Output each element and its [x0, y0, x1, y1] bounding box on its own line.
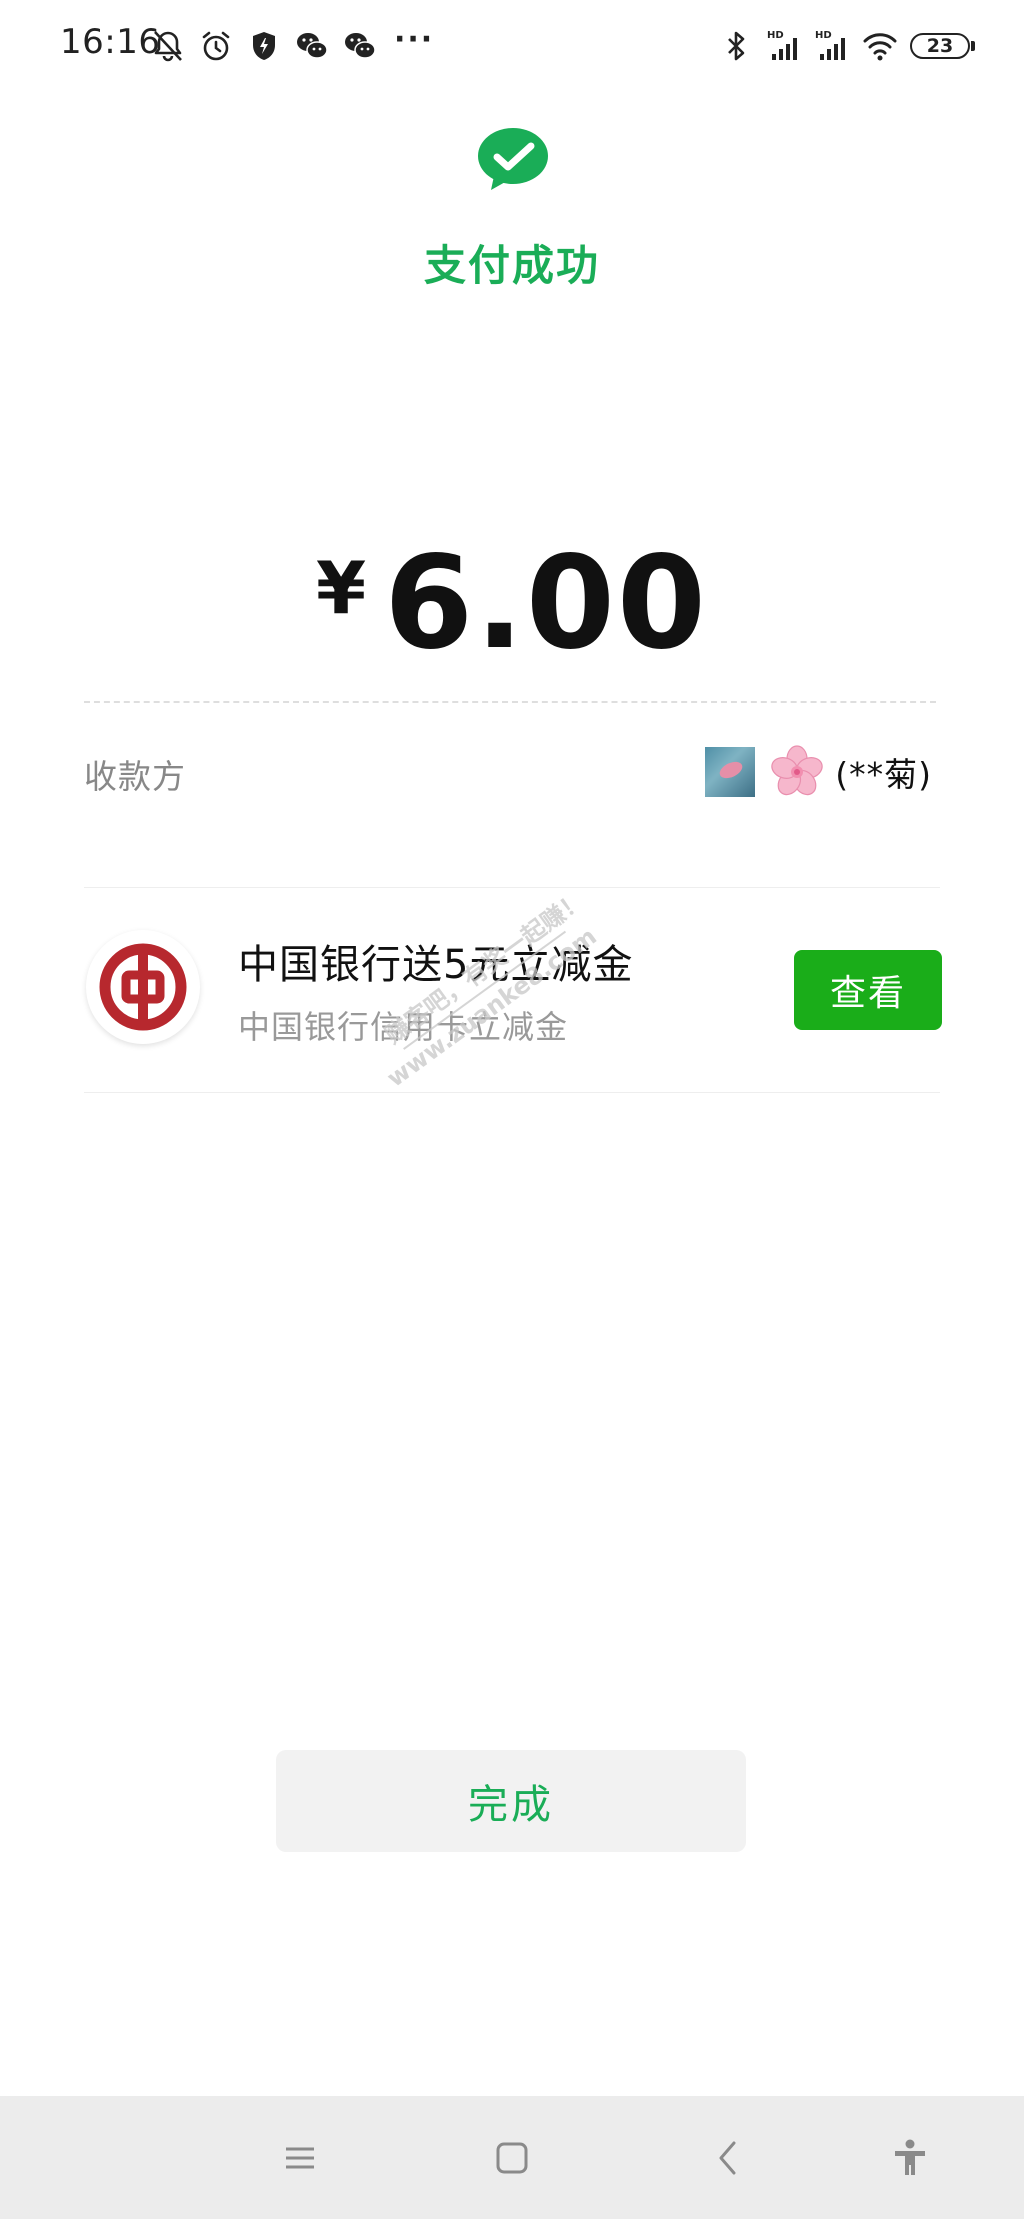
menu-icon[interactable]	[274, 2132, 326, 2184]
view-promo-button[interactable]: 查看	[794, 950, 942, 1030]
payee-avatar	[705, 747, 756, 797]
wechat-pay-check-icon	[477, 126, 549, 192]
divider	[84, 1092, 940, 1093]
more-notifications-icon: ···	[394, 22, 435, 57]
wechat-icon	[294, 28, 330, 64]
wifi-icon	[862, 28, 898, 64]
battery-icon: 23	[910, 33, 975, 59]
home-icon[interactable]	[486, 2132, 538, 2184]
bluetooth-icon	[718, 28, 754, 64]
signal-hd-icon: HD	[766, 28, 802, 64]
hd-label: HD	[767, 30, 784, 41]
navigation-bar	[0, 2096, 1024, 2219]
wechat-icon	[342, 28, 378, 64]
promo-subtitle: 中国银行信用卡立减金	[238, 1008, 569, 1046]
dashed-divider	[84, 701, 936, 703]
cherry-blossom-icon	[771, 745, 823, 796]
shield-icon	[246, 28, 282, 64]
payee-name: (**菊)	[835, 755, 932, 794]
status-bar: 16:16 ··· HD HD 23	[0, 0, 1024, 90]
status-left-icons: ···	[150, 22, 435, 66]
accessibility-icon[interactable]	[884, 2132, 936, 2184]
payment-amount: ¥6.00	[0, 540, 1024, 668]
payee-label: 收款方	[84, 757, 186, 796]
bank-of-china-logo	[86, 930, 200, 1044]
hd-label: HD	[815, 30, 832, 41]
status-right-icons: HD HD 23	[718, 26, 975, 66]
done-button[interactable]: 完成	[276, 1750, 746, 1852]
bell-off-icon	[150, 28, 186, 64]
promo-title: 中国银行送5元立减金	[238, 942, 634, 988]
back-icon[interactable]	[702, 2132, 754, 2184]
divider	[84, 887, 940, 888]
status-time: 16:16	[60, 22, 161, 62]
page-title: 支付成功	[423, 241, 600, 290]
signal-hd-icon: HD	[814, 28, 850, 64]
payee-info: (**菊)	[705, 744, 932, 800]
amount-value: 6.00	[384, 529, 708, 678]
alarm-icon	[198, 28, 234, 64]
currency-symbol: ¥	[316, 546, 367, 630]
